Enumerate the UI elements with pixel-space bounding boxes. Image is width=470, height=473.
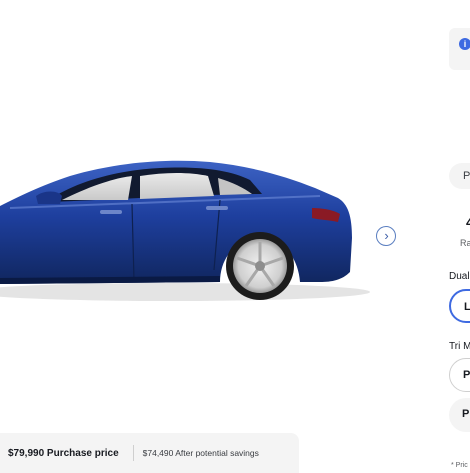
- info-banner: i: [449, 28, 470, 70]
- car-image: [0, 120, 370, 320]
- info-icon: i: [459, 38, 470, 50]
- price-bar[interactable]: $79,990 Purchase price $74,490 After pot…: [0, 433, 299, 473]
- trim-tab[interactable]: P: [449, 163, 470, 189]
- chevron-right-icon: ›: [384, 228, 389, 243]
- after-savings-price: $74,490 After potential savings: [142, 448, 259, 458]
- trim-tab-label: P: [463, 170, 470, 182]
- dual-motor-heading: Dual: [449, 271, 470, 282]
- price-divider: [132, 445, 134, 461]
- tri-motor-option-1-label: P: [463, 369, 470, 381]
- tri-motor-option-2[interactable]: P: [449, 398, 470, 432]
- tri-motor-option-2-label: P: [462, 408, 470, 420]
- tri-motor-heading: Tri M: [449, 341, 470, 352]
- next-image-button[interactable]: ›: [376, 226, 396, 246]
- purchase-price: $79,990 Purchase price: [8, 447, 119, 459]
- spec-label: Ra: [460, 238, 470, 248]
- car-illustration: [0, 160, 370, 301]
- spec-value: 4: [466, 214, 470, 230]
- tri-motor-option-1[interactable]: P: [449, 358, 470, 392]
- dual-motor-option[interactable]: L: [449, 289, 470, 323]
- dual-motor-option-label: L: [464, 301, 470, 313]
- price-footnote: * Pric: [451, 462, 468, 469]
